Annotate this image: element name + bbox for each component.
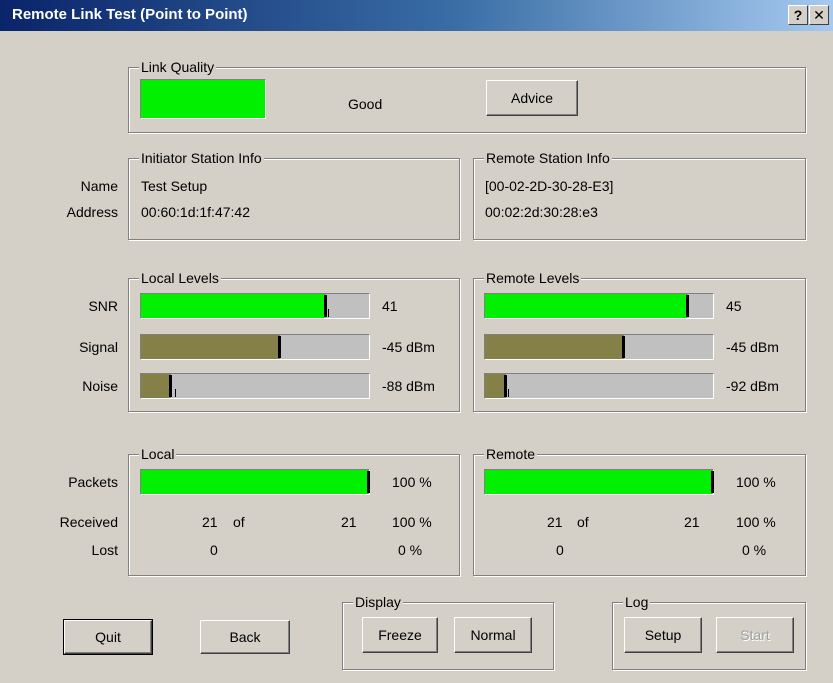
packets-row-label: Packets	[68, 474, 118, 490]
local-snr-fill	[141, 294, 326, 318]
initiator-station-label: Initiator Station Info	[139, 149, 264, 167]
remote-lost-count: 0	[556, 542, 564, 558]
remote-noise-value: -92 dBm	[726, 378, 779, 394]
remote-snr-value: 45	[726, 298, 742, 314]
remote-received-percent: 100 %	[736, 514, 776, 530]
local-received-of: of	[233, 514, 245, 530]
local-signal-marker	[278, 336, 282, 358]
remote-signal-value: -45 dBm	[726, 339, 779, 355]
name-row-label: Name	[80, 178, 118, 194]
remote-noise-bar	[484, 373, 714, 399]
window-title: Remote Link Test (Point to Point)	[12, 6, 248, 23]
remote-station-name: [00-02-2D-30-28-E3]	[485, 178, 614, 194]
freeze-button[interactable]: Freeze	[362, 617, 438, 653]
remote-lost-percent: 0 %	[742, 542, 767, 558]
remote-packets-percent: 100 %	[736, 474, 776, 490]
remote-received-of: of	[577, 514, 589, 530]
local-received-total: 21	[341, 514, 357, 530]
local-packets-marker	[367, 471, 370, 493]
local-noise-bar	[140, 373, 370, 399]
display-label: Display	[353, 593, 403, 611]
remote-signal-bar	[484, 334, 714, 360]
normal-button[interactable]: Normal	[454, 617, 532, 653]
remote-snr-fill	[485, 294, 688, 318]
remote-snr-marker	[685, 295, 689, 317]
local-levels-label: Local Levels	[139, 269, 221, 287]
local-packets-bar	[140, 469, 370, 495]
initiator-address: 00:60:1d:1f:47:42	[141, 204, 250, 220]
remote-station-group: Remote Station Info	[473, 149, 806, 240]
local-packets-fill	[141, 470, 369, 494]
link-quality-label: Link Quality	[139, 58, 217, 76]
local-snr-marker	[323, 295, 327, 317]
remote-link-test-window: Remote Link Test (Point to Point) ? ✕ Li…	[0, 0, 833, 683]
lost-row-label: Lost	[91, 542, 118, 558]
close-button[interactable]: ✕	[809, 5, 829, 25]
quit-button[interactable]: Quit	[63, 619, 153, 655]
remote-packets-label: Remote	[484, 445, 538, 463]
link-quality-status: Good	[348, 96, 383, 112]
local-packets-percent: 100 %	[392, 474, 432, 490]
local-signal-fill	[141, 335, 281, 359]
local-signal-value: -45 dBm	[382, 339, 435, 355]
log-setup-button[interactable]: Setup	[624, 617, 702, 653]
local-lost-count: 0	[210, 542, 218, 558]
local-received-count: 21	[202, 514, 218, 530]
remote-noise-marker	[503, 375, 507, 397]
remote-snr-bar	[484, 293, 714, 319]
remote-packets-fill	[485, 470, 713, 494]
noise-row-label: Noise	[82, 378, 118, 394]
local-snr-value: 41	[382, 298, 398, 314]
remote-received-count: 21	[547, 514, 563, 530]
title-bar: Remote Link Test (Point to Point) ? ✕	[0, 0, 833, 31]
local-noise-marker	[168, 375, 172, 397]
log-start-button[interactable]: Start	[716, 617, 794, 653]
initiator-name: Test Setup	[141, 178, 208, 194]
local-noise-value: -88 dBm	[382, 378, 435, 394]
local-signal-bar	[140, 334, 370, 360]
remote-signal-marker	[622, 336, 626, 358]
snr-row-label: SNR	[88, 298, 118, 314]
remote-station-label: Remote Station Info	[484, 149, 612, 167]
received-row-label: Received	[59, 514, 118, 530]
remote-packets-bar	[484, 469, 714, 495]
signal-row-label: Signal	[79, 339, 118, 355]
log-label: Log	[623, 593, 651, 611]
local-received-percent: 100 %	[392, 514, 432, 530]
local-packets-label: Local	[139, 445, 177, 463]
remote-station-address: 00:02:2d:30:28:e3	[485, 204, 598, 220]
local-lost-percent: 0 %	[398, 542, 423, 558]
remote-signal-fill	[485, 335, 625, 359]
local-noise-fill	[141, 374, 171, 398]
local-snr-peak-tick	[328, 309, 330, 317]
link-quality-indicator	[140, 79, 266, 119]
local-snr-bar	[140, 293, 370, 319]
help-button[interactable]: ?	[788, 5, 808, 25]
remote-received-total: 21	[684, 514, 700, 530]
remote-packets-marker	[711, 471, 714, 493]
remote-noise-peak-tick	[508, 389, 510, 397]
advice-button[interactable]: Advice	[486, 80, 578, 116]
remote-noise-fill	[485, 374, 506, 398]
remote-levels-label: Remote Levels	[484, 269, 582, 287]
back-button[interactable]: Back	[200, 620, 290, 654]
address-row-label: Address	[66, 204, 118, 220]
local-noise-peak-tick	[175, 389, 177, 397]
initiator-station-group: Initiator Station Info	[128, 149, 460, 240]
